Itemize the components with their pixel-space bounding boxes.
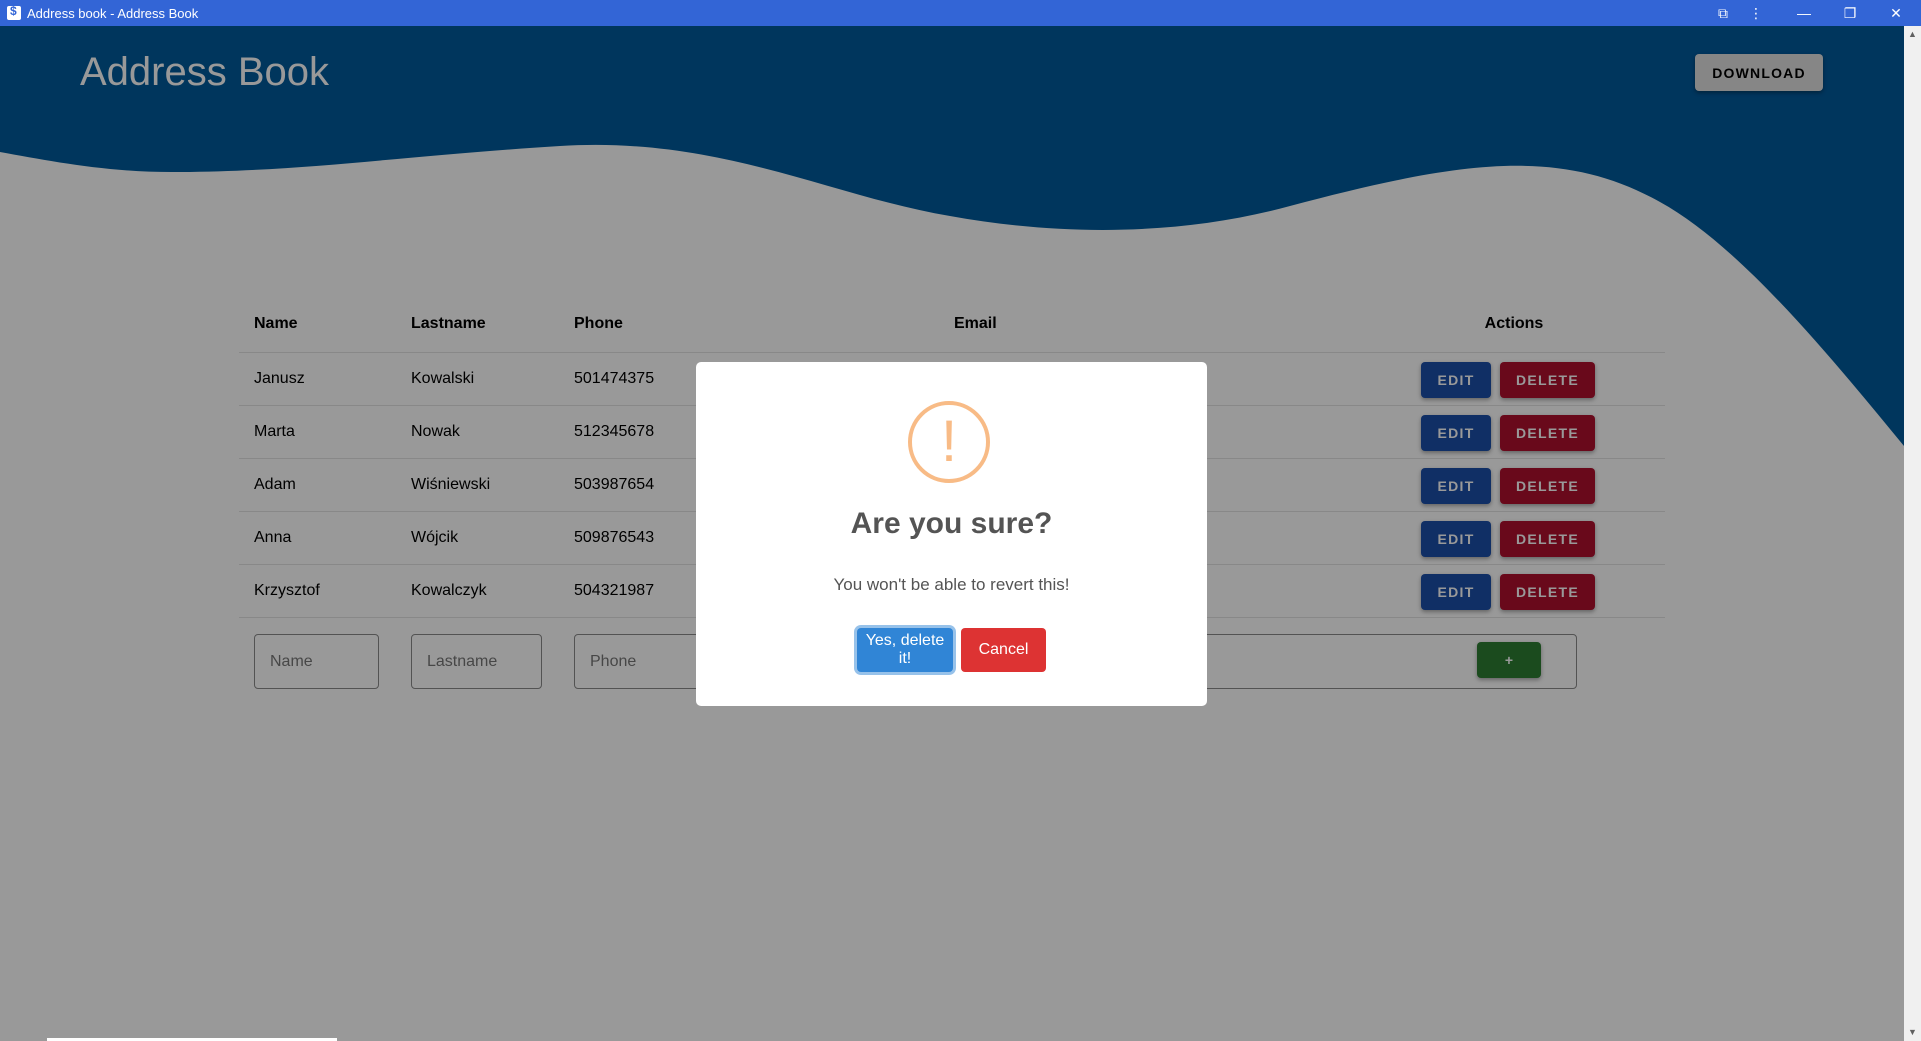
window-title: Address book - Address Book bbox=[27, 5, 199, 21]
more-options-icon[interactable]: ⋮ bbox=[1733, 0, 1779, 26]
dialog-actions: Yes, delete it! Cancel bbox=[696, 628, 1207, 672]
confirm-delete-button[interactable]: Yes, delete it! bbox=[857, 628, 953, 672]
dialog-message: You won't be able to revert this! bbox=[833, 575, 1070, 594]
restore-button[interactable]: ❐ bbox=[1827, 0, 1873, 26]
scroll-down-icon[interactable]: ▼ bbox=[1904, 1024, 1921, 1041]
scroll-up-icon[interactable]: ▲ bbox=[1904, 26, 1921, 43]
vertical-scrollbar[interactable]: ▲ ▼ bbox=[1904, 26, 1921, 1041]
app-icon bbox=[7, 4, 21, 20]
close-window-button[interactable]: ✕ bbox=[1873, 0, 1919, 26]
minimize-button[interactable]: — bbox=[1781, 0, 1827, 26]
dialog-title: Are you sure? bbox=[850, 507, 1053, 540]
warning-icon: ! bbox=[908, 401, 990, 483]
window-titlebar: Address book - Address Book ⧉ ⋮ — ❐ ✕ bbox=[0, 0, 1921, 26]
cancel-button[interactable]: Cancel bbox=[961, 628, 1046, 672]
confirm-delete-dialog: ! Are you sure? You won't be able to rev… bbox=[696, 362, 1207, 706]
app-viewport: Address Book DOWNLOAD Name Lastname Phon… bbox=[0, 26, 1904, 1041]
